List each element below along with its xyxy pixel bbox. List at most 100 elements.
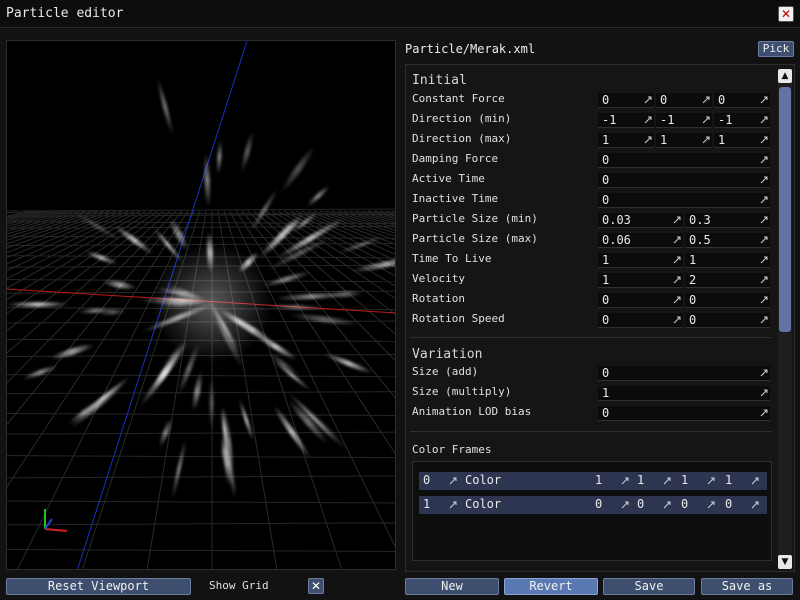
color-frame-value[interactable]: 1 (725, 473, 732, 487)
property-label: Inactive Time (412, 192, 499, 205)
property-input[interactable]: 0.06 (598, 233, 683, 248)
color-frames-list: 0 Color 1 1 1 1 1 Color 0 0 0 0 (412, 461, 772, 561)
particle-viewport[interactable] (6, 40, 396, 570)
show-grid-label: Show Grid (209, 579, 269, 592)
section-divider (410, 337, 772, 338)
property-input[interactable]: 0 (598, 173, 770, 188)
property-input[interactable]: 2 (685, 273, 770, 288)
property-label: Constant Force (412, 92, 505, 105)
property-input[interactable]: 1 (656, 133, 712, 148)
property-input[interactable]: 1 (714, 133, 770, 148)
grid-line (7, 500, 395, 504)
scroll-up-icon[interactable]: ▲ (778, 69, 792, 83)
property-value: 0 (602, 293, 610, 307)
property-row: Velocity 1 2 (412, 272, 772, 288)
property-label: Velocity (412, 272, 465, 285)
resize-corner-icon (673, 256, 681, 264)
property-label: Rotation (412, 292, 465, 305)
revert-button[interactable]: Revert (504, 578, 598, 595)
property-value: 0.3 (689, 213, 711, 227)
resize-corner-icon (702, 116, 710, 124)
property-input[interactable]: 0.03 (598, 213, 683, 228)
show-grid-checkbox[interactable]: ✕ (308, 578, 324, 594)
color-frame-value[interactable]: 0 (681, 497, 688, 511)
property-input[interactable]: -1 (714, 113, 770, 128)
property-input[interactable]: 1 (598, 273, 683, 288)
resize-corner-icon (673, 236, 681, 244)
grid-line (7, 210, 171, 354)
property-input[interactable]: 0 (598, 193, 770, 208)
particle-streak (7, 302, 70, 307)
property-row: Active Time 0 (412, 172, 772, 188)
property-input[interactable]: 1 (598, 386, 770, 401)
color-frame-value[interactable]: 1 (637, 473, 644, 487)
property-input[interactable]: 0 (685, 293, 770, 308)
grid-line (7, 431, 395, 435)
property-input[interactable]: -1 (598, 113, 654, 128)
resize-corner-icon (760, 236, 768, 244)
color-frame-value[interactable]: 0 (725, 497, 732, 511)
close-icon[interactable]: ✕ (778, 6, 794, 22)
property-value: 1 (602, 133, 610, 147)
property-input[interactable]: 1 (685, 253, 770, 268)
property-input[interactable]: 0.3 (685, 213, 770, 228)
resize-corner-icon (673, 216, 681, 224)
pick-button[interactable]: Pick (758, 41, 794, 57)
save-as-button[interactable]: Save as (701, 578, 793, 595)
properties-scrollbar[interactable]: ▲ ▼ (778, 69, 792, 569)
save-button[interactable]: Save (603, 578, 695, 595)
property-input[interactable]: 0 (598, 406, 770, 421)
particle-streak (157, 77, 173, 136)
property-value: 1 (689, 253, 697, 267)
property-input[interactable]: 0 (598, 93, 654, 108)
resize-corner-icon (760, 409, 768, 417)
particle-streak (241, 131, 254, 173)
property-row: Time To Live 1 1 (412, 252, 772, 268)
color-frame-row[interactable]: 0 Color 1 1 1 1 (419, 472, 767, 490)
resize-corner-icon (702, 96, 710, 104)
scrollbar-thumb[interactable] (779, 87, 791, 332)
color-frame-value[interactable]: 0 (637, 497, 644, 511)
color-frame-value[interactable]: 0 (595, 497, 602, 511)
resize-corner-icon (760, 116, 768, 124)
color-frame-row[interactable]: 1 Color 0 0 0 0 (419, 496, 767, 514)
new-button[interactable]: New (405, 578, 499, 595)
axis-gizmo (44, 509, 68, 532)
property-input[interactable]: 0 (598, 153, 770, 168)
property-label: Time To Live (412, 252, 492, 265)
grid-line (7, 548, 395, 552)
color-frame-value[interactable]: 1 (595, 473, 602, 487)
property-input[interactable]: 1 (598, 133, 654, 148)
property-input[interactable]: 0 (598, 293, 683, 308)
grid-line (7, 210, 141, 280)
particle-streak (22, 365, 59, 380)
color-frame-value[interactable]: 1 (681, 473, 688, 487)
property-input[interactable]: 0.5 (685, 233, 770, 248)
property-input[interactable]: 0 (685, 313, 770, 328)
reset-viewport-button[interactable]: Reset Viewport (6, 578, 191, 595)
resize-corner-icon (760, 369, 768, 377)
resize-corner-icon (760, 256, 768, 264)
property-input[interactable]: 0 (656, 93, 712, 108)
property-row: Animation LOD bias 0 (412, 405, 772, 421)
resize-corner-icon (673, 276, 681, 284)
property-input[interactable]: -1 (656, 113, 712, 128)
property-row: Rotation Speed 0 0 (412, 312, 772, 328)
property-label: Damping Force (412, 152, 499, 165)
grid-line (7, 412, 395, 416)
property-input[interactable]: 0 (598, 366, 770, 381)
property-label: Animation LOD bias (412, 405, 532, 418)
property-value: 0 (689, 293, 697, 307)
property-input[interactable]: 0 (714, 93, 770, 108)
property-value: 0 (689, 313, 697, 327)
grid-line (7, 210, 153, 300)
resize-corner-icon (663, 477, 671, 485)
scroll-down-icon[interactable]: ▼ (778, 555, 792, 569)
property-label: Particle Size (min) (412, 212, 538, 225)
property-input[interactable]: 0 (598, 313, 683, 328)
particle-streak (204, 152, 211, 208)
property-label: Direction (max) (412, 132, 512, 145)
property-input[interactable]: 1 (598, 253, 683, 268)
property-value: 0.06 (602, 233, 631, 247)
section-initial-title: Initial (412, 73, 467, 88)
